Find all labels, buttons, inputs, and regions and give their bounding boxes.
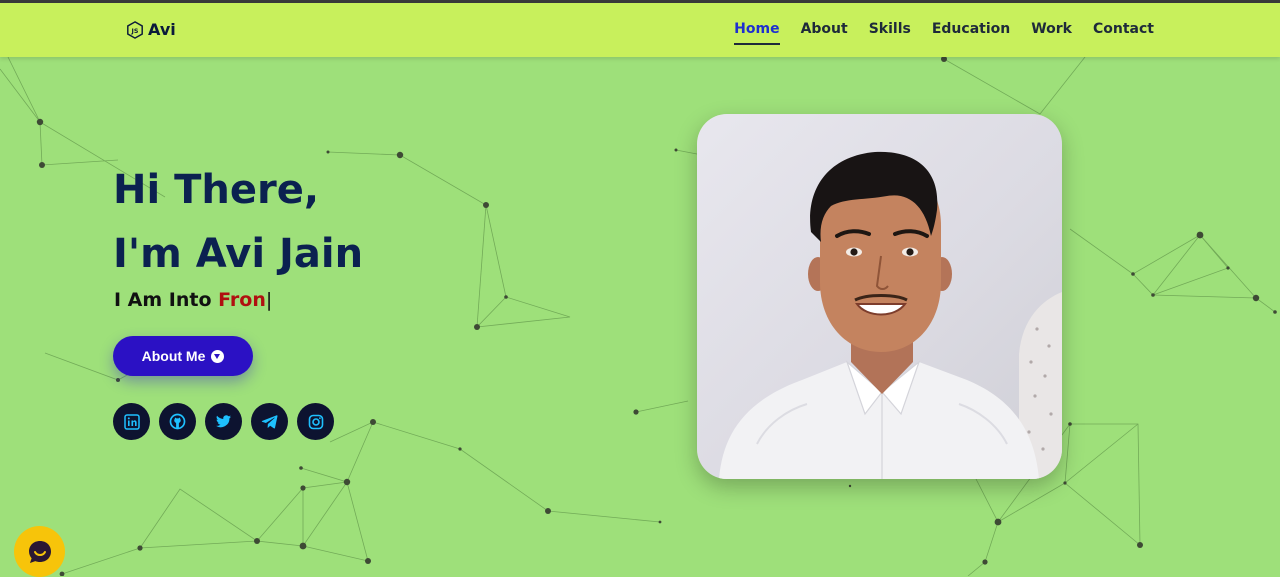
twitter-icon — [216, 415, 231, 428]
nav-link-skills[interactable]: Skills — [869, 21, 911, 39]
linkedin-link[interactable] — [113, 403, 150, 440]
profile-photo — [697, 114, 1062, 479]
logo-link[interactable]: JS Avi — [126, 20, 176, 39]
hero-name: I'm Avi Jain — [113, 231, 364, 277]
github-icon — [169, 413, 186, 430]
nav-link-work[interactable]: Work — [1031, 21, 1072, 39]
chat-bubble-icon — [28, 540, 51, 563]
github-link[interactable] — [159, 403, 196, 440]
profile-photo-illustration — [719, 151, 1062, 479]
hero-subtitle: I Am Into Fron| — [114, 289, 272, 311]
js-hexagon-icon: JS — [127, 20, 143, 39]
twitter-link[interactable] — [205, 403, 242, 440]
instagram-link[interactable] — [297, 403, 334, 440]
arrow-circle-down-icon — [211, 349, 225, 363]
svg-text:JS: JS — [131, 27, 139, 34]
about-me-label: About Me — [141, 348, 206, 364]
telegram-icon — [261, 415, 278, 429]
nav-link-about[interactable]: About — [801, 21, 848, 39]
navbar: JS Avi Home About Skills Education Work … — [0, 3, 1280, 57]
nav-link-contact[interactable]: Contact — [1093, 21, 1154, 39]
typing-cursor: | — [265, 289, 273, 311]
hero-greeting: Hi There, — [113, 167, 320, 213]
about-me-button[interactable]: About Me — [113, 336, 253, 376]
telegram-link[interactable] — [251, 403, 288, 440]
nav-link-home[interactable]: Home — [734, 21, 781, 45]
linkedin-icon — [123, 413, 140, 430]
instagram-icon — [308, 414, 323, 429]
logo-text: Avi — [148, 20, 176, 39]
nav-links: Home About Skills Education Work Contact — [734, 3, 1154, 57]
typed-text: Fron — [218, 289, 266, 311]
social-links — [113, 403, 334, 440]
nav-link-education[interactable]: Education — [932, 21, 1010, 39]
chat-widget-button[interactable] — [14, 526, 65, 577]
subtitle-prefix: I Am Into — [114, 289, 219, 311]
particle-network-background — [0, 57, 1277, 576]
hero-heading: Hi There, I'm Avi Jain — [113, 158, 363, 286]
